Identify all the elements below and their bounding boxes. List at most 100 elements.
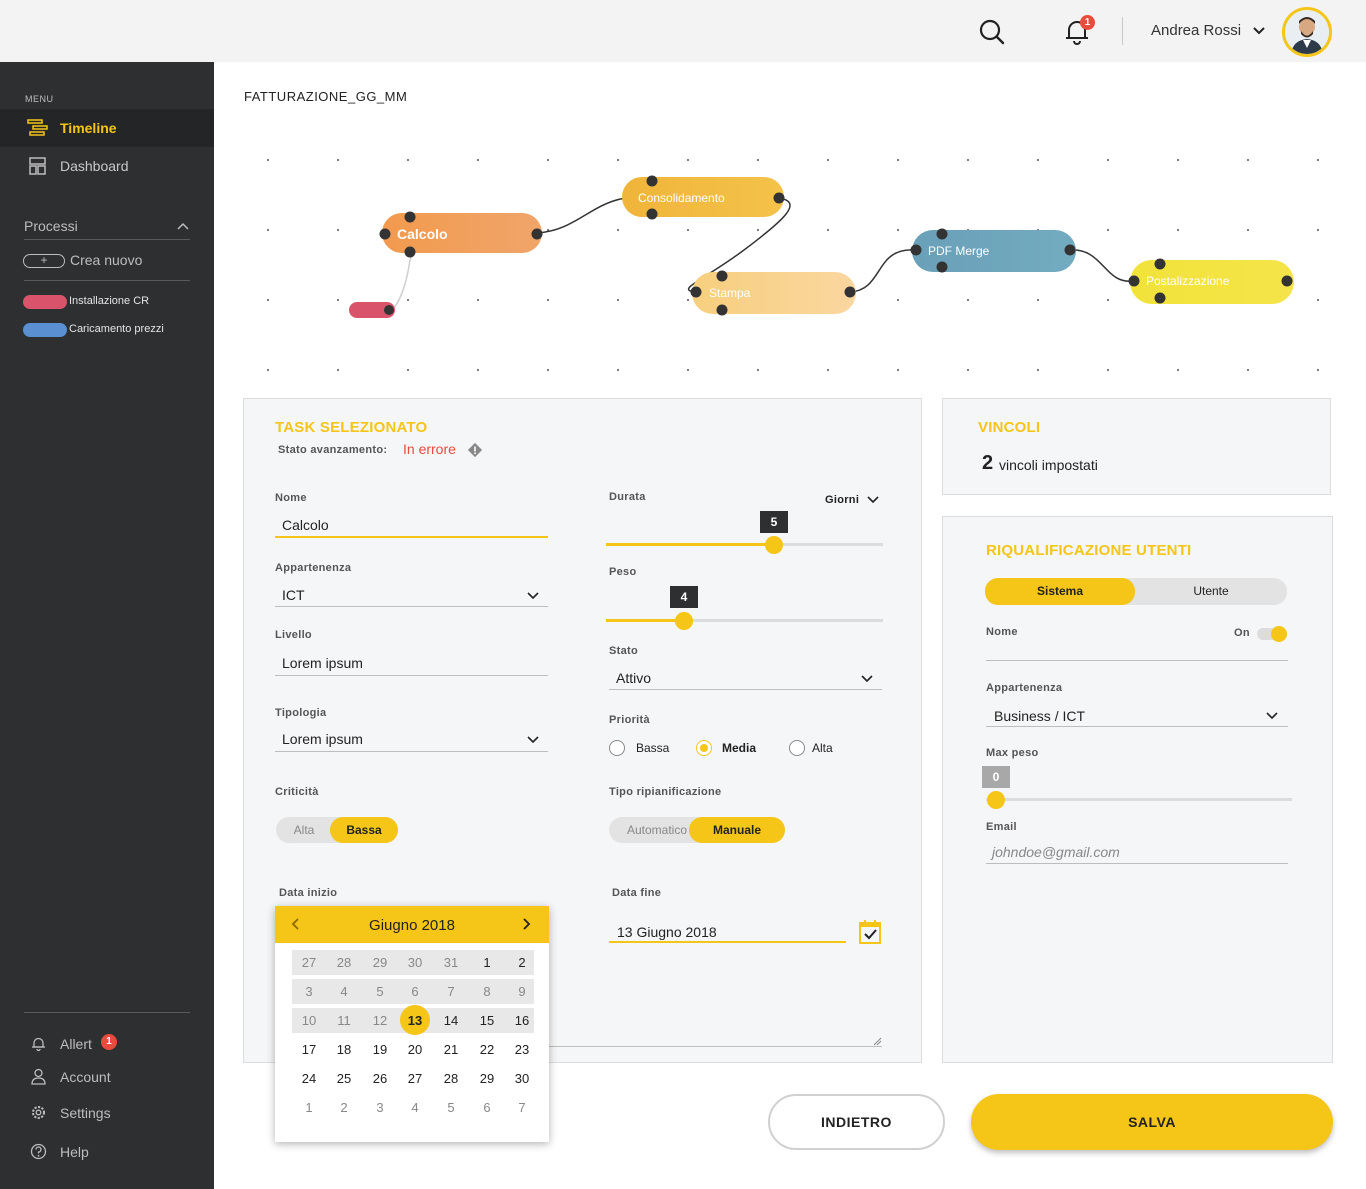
- calendar-day[interactable]: 30: [398, 950, 432, 975]
- calendar-day[interactable]: 1: [292, 1095, 326, 1120]
- calendar-day[interactable]: 9: [505, 979, 539, 1004]
- chevron-up-icon[interactable]: [177, 222, 189, 230]
- on-switch[interactable]: [1257, 626, 1287, 642]
- indietro-button[interactable]: INDIETRO: [768, 1094, 945, 1150]
- resize-handle-icon[interactable]: [872, 1036, 882, 1046]
- durata-slider-handle[interactable]: [765, 536, 783, 554]
- chevron-down-icon[interactable]: [527, 592, 539, 600]
- calendar-day[interactable]: 11: [327, 1008, 361, 1033]
- search-icon[interactable]: [978, 18, 1006, 46]
- calendar-day[interactable]: 8: [470, 979, 504, 1004]
- calendar-day[interactable]: 19: [363, 1037, 397, 1062]
- calendar-day[interactable]: 7: [505, 1095, 539, 1120]
- flow-node-consolidamento[interactable]: Consolidamento: [622, 175, 785, 220]
- sidebar-item-help[interactable]: Help: [30, 1141, 200, 1163]
- appartenenza-select[interactable]: Business / ICT: [994, 708, 1085, 724]
- sidebar-item-allert[interactable]: Allert 1: [30, 1033, 200, 1055]
- calendar-day[interactable]: 3: [292, 979, 326, 1004]
- priorita-radio-bassa[interactable]: [609, 740, 625, 756]
- calendar-day[interactable]: 6: [470, 1095, 504, 1120]
- livello-input[interactable]: Lorem ipsum: [282, 655, 363, 671]
- process-item-caricamento[interactable]: Caricamento prezzi: [69, 323, 164, 335]
- calendar-day[interactable]: 29: [363, 950, 397, 975]
- calendar-day[interactable]: 27: [398, 1066, 432, 1091]
- flow-node-postalizzazione[interactable]: Postalizzazione: [1128, 258, 1295, 305]
- chevron-down-icon[interactable]: [861, 675, 873, 683]
- crea-nuovo-label[interactable]: Crea nuovo: [70, 252, 142, 268]
- process-item-installazione[interactable]: Installazione CR: [69, 295, 149, 307]
- calendar-day[interactable]: 2: [327, 1095, 361, 1120]
- durata-unit-select[interactable]: Giorni: [825, 494, 859, 506]
- calendar-day[interactable]: 28: [327, 950, 361, 975]
- calendar-day[interactable]: 22: [470, 1037, 504, 1062]
- calendar-day[interactable]: 16: [505, 1008, 539, 1033]
- priorita-radio-alta[interactable]: [789, 740, 805, 756]
- user-name[interactable]: Andrea Rossi: [1151, 22, 1241, 39]
- data-fine-input[interactable]: 13 Giugno 2018: [617, 924, 717, 940]
- calendar-day[interactable]: 5: [434, 1095, 468, 1120]
- chevron-down-icon[interactable]: [527, 736, 539, 744]
- chevron-down-icon[interactable]: [867, 496, 879, 504]
- calendar-day[interactable]: 25: [327, 1066, 361, 1091]
- email-input[interactable]: johndoe@gmail.com: [992, 844, 1120, 860]
- calendar-day[interactable]: 26: [363, 1066, 397, 1091]
- sistema-utente-toggle[interactable]: Sistema Utente: [985, 578, 1287, 605]
- calendar-day[interactable]: 21: [434, 1037, 468, 1062]
- processi-header[interactable]: Processi: [24, 218, 78, 234]
- port[interactable]: [384, 305, 394, 315]
- calendar-day[interactable]: 30: [505, 1066, 539, 1091]
- calendar-day[interactable]: 27: [292, 950, 326, 975]
- toggle-option-sistema[interactable]: Sistema: [985, 578, 1135, 605]
- calendar-day[interactable]: 17: [292, 1037, 326, 1062]
- max-peso-slider-track[interactable]: [986, 798, 1292, 801]
- appartenenza-select[interactable]: ICT: [282, 587, 305, 603]
- process-color-chip[interactable]: [23, 295, 67, 309]
- calendar-day[interactable]: 20: [398, 1037, 432, 1062]
- calendar-day[interactable]: 5: [363, 979, 397, 1004]
- flow-node-calcolo[interactable]: Calcolo: [379, 211, 543, 258]
- calendar-day[interactable]: 31: [434, 950, 468, 975]
- sidebar-item-account[interactable]: Account: [30, 1066, 200, 1088]
- calendar-day[interactable]: 4: [327, 979, 361, 1004]
- crea-nuovo-button[interactable]: +: [23, 254, 65, 268]
- tipologia-select[interactable]: Lorem ipsum: [282, 731, 363, 747]
- criticita-option-bassa[interactable]: Bassa: [330, 817, 398, 843]
- sidebar-item-timeline[interactable]: Timeline: [0, 109, 214, 147]
- sidebar-item-settings[interactable]: Settings: [30, 1102, 200, 1124]
- criticita-toggle[interactable]: Alta Bassa: [276, 817, 398, 843]
- calendar-day[interactable]: 6: [398, 979, 432, 1004]
- stato-select[interactable]: Attivo: [616, 670, 651, 686]
- calendar-day[interactable]: 13: [398, 1005, 432, 1035]
- flow-node-pdf-merge[interactable]: PDF Merge: [910, 228, 1077, 273]
- chevron-down-icon[interactable]: [1266, 712, 1278, 720]
- avatar[interactable]: [1282, 7, 1332, 57]
- process-color-chip[interactable]: [23, 323, 67, 337]
- calendar-day[interactable]: 10: [292, 1008, 326, 1033]
- calendar-day[interactable]: 2: [505, 950, 539, 975]
- priorita-radio-media[interactable]: [696, 740, 712, 756]
- peso-slider-handle[interactable]: [675, 612, 693, 630]
- calendar-day[interactable]: 1: [470, 950, 504, 975]
- criticita-option-alta[interactable]: Alta: [276, 817, 332, 843]
- calendar-day[interactable]: 28: [434, 1066, 468, 1091]
- chevron-right-icon[interactable]: [522, 918, 532, 930]
- calendar-day[interactable]: 15: [470, 1008, 504, 1033]
- calendar-day[interactable]: 3: [363, 1095, 397, 1120]
- tipo-option-manuale[interactable]: Manuale: [689, 817, 785, 843]
- max-peso-slider-handle[interactable]: [987, 791, 1005, 809]
- calendar-check-icon[interactable]: [858, 919, 882, 945]
- salva-button[interactable]: SALVA: [971, 1094, 1333, 1150]
- calendar-day[interactable]: 14: [434, 1008, 468, 1033]
- flow-node-stampa[interactable]: Stampa: [690, 270, 857, 316]
- toggle-option-utente[interactable]: Utente: [1135, 578, 1287, 605]
- calendar-day[interactable]: 23: [505, 1037, 539, 1062]
- calendar-day[interactable]: 12: [363, 1008, 397, 1033]
- chevron-down-icon[interactable]: [1252, 24, 1266, 38]
- calendar-day[interactable]: 4: [398, 1095, 432, 1120]
- sidebar-item-dashboard[interactable]: Dashboard: [0, 147, 214, 185]
- nome-input[interactable]: Calcolo: [282, 517, 329, 533]
- tipo-ripianificazione-toggle[interactable]: Automatico Manuale: [609, 817, 785, 843]
- calendar-day[interactable]: 29: [470, 1066, 504, 1091]
- calendar-day[interactable]: 18: [327, 1037, 361, 1062]
- calendar-day[interactable]: 24: [292, 1066, 326, 1091]
